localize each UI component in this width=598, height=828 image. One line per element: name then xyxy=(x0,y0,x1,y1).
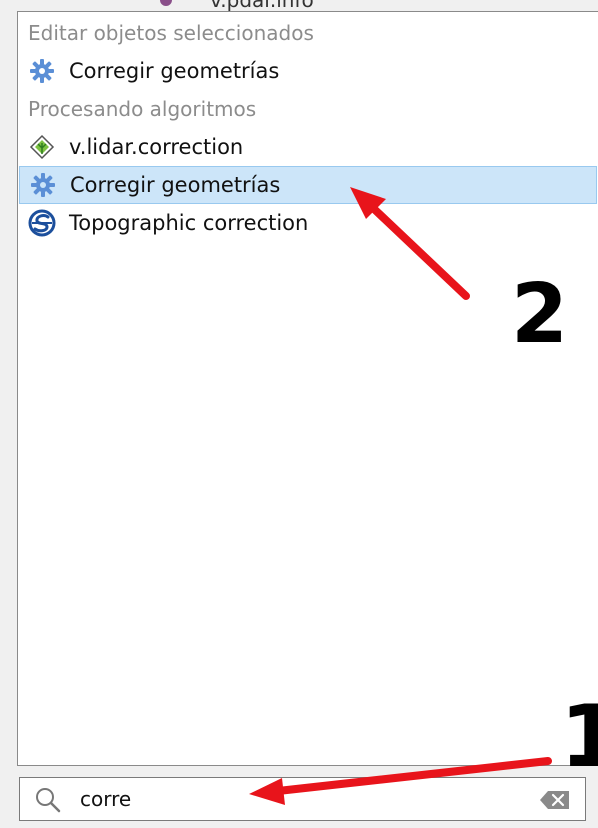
result-item-fix-geometries-edit[interactable]: Corregir geometrías xyxy=(19,52,597,90)
result-item-topographic-correction[interactable]: Topographic correction xyxy=(19,204,597,242)
search-input[interactable] xyxy=(80,782,540,816)
group-header-processing-algorithms: Procesando algoritmos xyxy=(28,97,257,121)
result-item-v-lidar-correction[interactable]: v.lidar.correction xyxy=(19,128,597,166)
saga-icon xyxy=(27,208,57,238)
search-icon xyxy=(34,786,64,814)
layer-icon xyxy=(160,0,172,6)
result-label: Topographic correction xyxy=(69,211,309,235)
result-label: Corregir geometrías xyxy=(70,173,281,197)
grass-icon xyxy=(27,132,57,162)
locator-search-bar[interactable] xyxy=(19,777,586,821)
result-label: v.lidar.correction xyxy=(69,135,244,159)
annotation-label-1: 1 xyxy=(560,687,598,787)
annotation-label-2: 2 xyxy=(511,267,569,362)
result-item-fix-geometries-processing[interactable]: Corregir geometrías xyxy=(19,166,597,204)
gear-icon xyxy=(27,56,57,86)
group-header-edit-selected: Editar objetos seleccionados xyxy=(28,21,314,45)
clear-text-icon[interactable] xyxy=(539,790,571,810)
gear-icon xyxy=(28,170,58,200)
result-label: Corregir geometrías xyxy=(69,59,280,83)
search-results-popup: Editar objetos seleccionados Corregir ge… xyxy=(17,11,598,766)
